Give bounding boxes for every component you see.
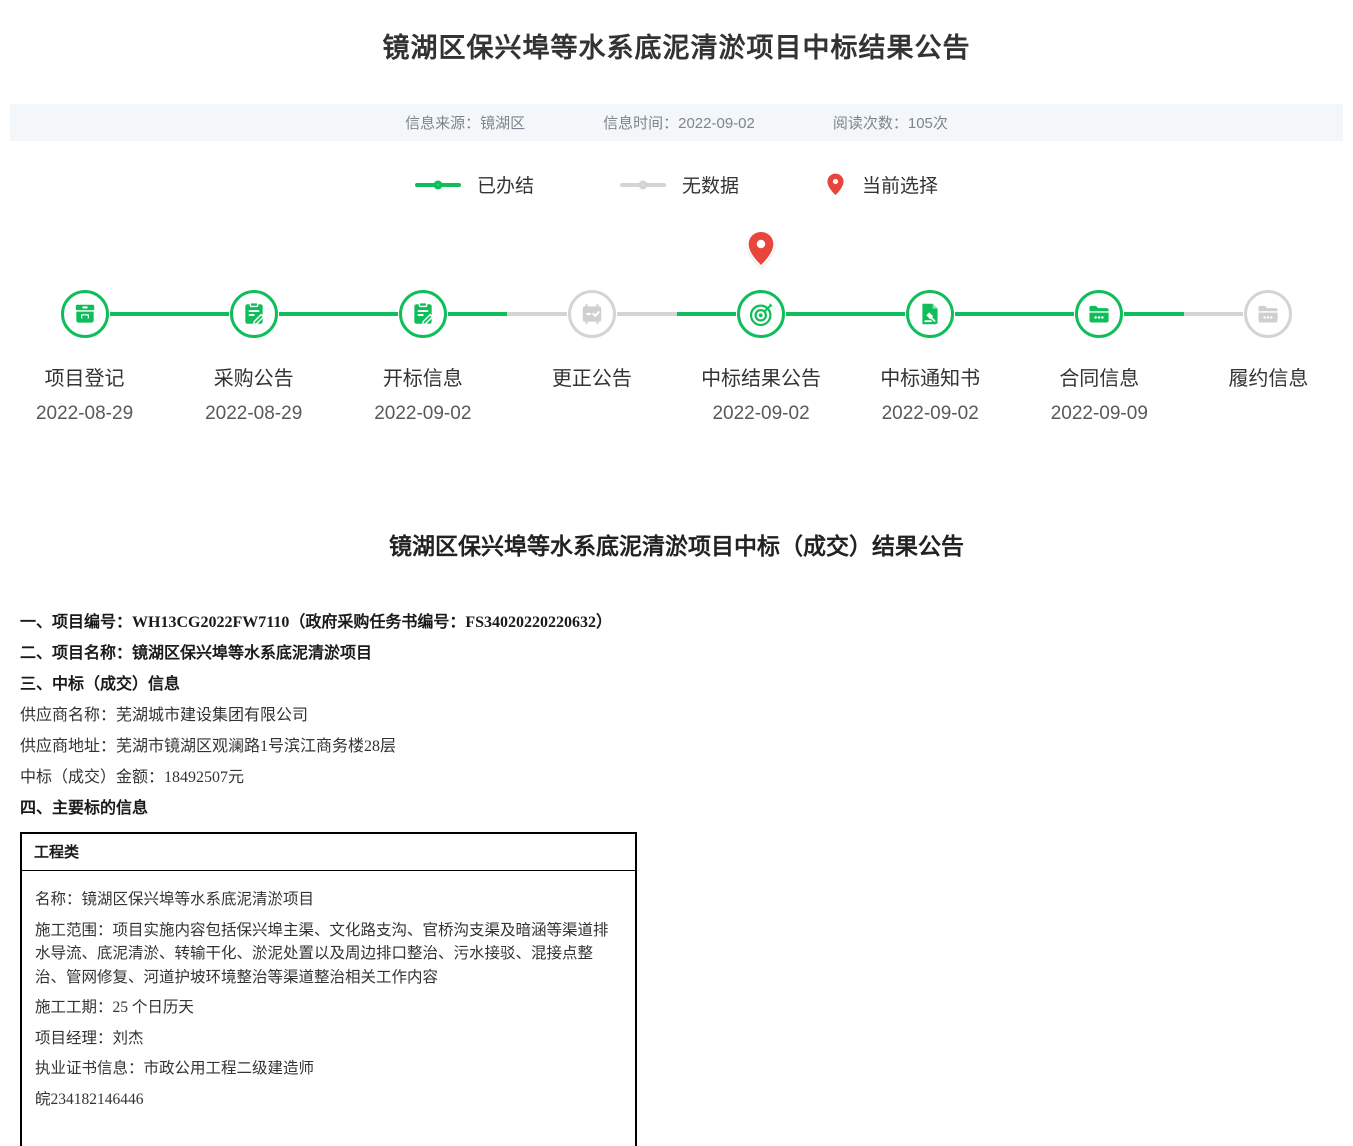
- legend-item-nodata: 无数据: [620, 171, 739, 198]
- table-body: 名称：镜湖区保兴埠等水系底泥清淤项目 施工范围：项目实施内容包括保兴埠主渠、文化…: [22, 871, 635, 1146]
- timeline-step-procurement-notice[interactable]: 采购公告 2022-08-29: [169, 290, 338, 427]
- done-line-icon: [415, 183, 461, 187]
- legend-item-current: 当前选择: [825, 171, 938, 198]
- legend-current-label: 当前选择: [862, 171, 938, 198]
- legend-done-label: 已办结: [477, 171, 534, 198]
- archive-box-icon: [61, 290, 109, 338]
- clipboard-edit-icon: [230, 290, 278, 338]
- meta-time: 信息时间：2022-09-02: [603, 112, 755, 133]
- meta-source: 信息来源：镜湖区: [405, 112, 525, 133]
- line-project-number: 一、项目编号：WH13CG2022FW7110（政府采购任务书编号：FS3402…: [20, 607, 1333, 638]
- nodata-line-icon: [620, 183, 666, 187]
- document-gavel-icon: [906, 290, 954, 338]
- table-row-certificate-number: 皖234182146446: [35, 1088, 622, 1112]
- table-row-certificate: 执业证书信息：市政公用工程二级建造师: [35, 1057, 622, 1081]
- table-row-manager: 项目经理：刘杰: [35, 1027, 622, 1051]
- timeline-step-award-notification[interactable]: 中标通知书 2022-09-02: [846, 290, 1015, 427]
- table-header-project-type: 工程类: [22, 834, 635, 871]
- folder-icon: [1075, 290, 1123, 338]
- step-label: 更正公告: [552, 362, 632, 391]
- timeline-legend: 已办结 无数据 当前选择: [0, 171, 1353, 198]
- meta-bar: 信息来源：镜湖区 信息时间：2022-09-02 阅读次数：105次: [10, 104, 1343, 141]
- map-pin-icon: [825, 172, 846, 197]
- step-date: 2022-09-09: [1051, 403, 1148, 427]
- process-timeline: 项目登记 2022-08-29 采购公告 2022-08-29: [0, 290, 1353, 427]
- folder-icon: [1244, 290, 1292, 338]
- step-date: 2022-09-02: [882, 403, 979, 427]
- step-label: 中标结果公告: [701, 362, 821, 391]
- step-label: 履约信息: [1228, 362, 1308, 391]
- line-award-amount: 中标（成交）金额：18492507元: [20, 762, 1333, 793]
- meta-views: 阅读次数：105次: [833, 112, 948, 133]
- subject-info-table: 工程类 名称：镜湖区保兴埠等水系底泥清淤项目 施工范围：项目实施内容包括保兴埠主…: [20, 832, 637, 1146]
- page-title: 镜湖区保兴埠等水系底泥清淤项目中标结果公告: [0, 26, 1353, 65]
- announcement-title: 镜湖区保兴埠等水系底泥清淤项目中标（成交）结果公告: [0, 527, 1353, 561]
- table-row-name: 名称：镜湖区保兴埠等水系底泥清淤项目: [35, 888, 622, 912]
- line-project-name: 二、项目名称：镜湖区保兴埠等水系底泥清淤项目: [20, 638, 1333, 669]
- step-date: 2022-08-29: [36, 403, 133, 427]
- line-award-info-heading: 三、中标（成交）信息: [20, 669, 1333, 700]
- timeline-step-bid-opening-info[interactable]: 开标信息 2022-09-02: [338, 290, 507, 427]
- clipboard-edit-icon: [399, 290, 447, 338]
- step-date: 2022-08-29: [205, 403, 302, 427]
- step-label: 项目登记: [45, 362, 125, 391]
- step-label: 采购公告: [214, 362, 294, 391]
- timeline-step-performance-info[interactable]: 履约信息: [1184, 290, 1353, 427]
- timeline-step-award-result-notice[interactable]: 中标结果公告 2022-09-02: [677, 290, 846, 427]
- current-selection-pin-icon: [744, 228, 778, 270]
- timeline-step-project-registration[interactable]: 项目登记 2022-08-29: [0, 290, 169, 427]
- announcement-body: 一、项目编号：WH13CG2022FW7110（政府采购任务书编号：FS3402…: [20, 607, 1333, 1146]
- legend-nodata-label: 无数据: [682, 171, 739, 198]
- legend-item-done: 已办结: [415, 171, 534, 198]
- line-supplier-name: 供应商名称：芜湖城市建设集团有限公司: [20, 700, 1333, 731]
- step-label: 开标信息: [383, 362, 463, 391]
- step-date: 2022-09-02: [374, 403, 471, 427]
- timeline-step-correction-notice[interactable]: 更正公告: [507, 290, 676, 427]
- target-icon: [737, 290, 785, 338]
- board-check-icon: [568, 290, 616, 338]
- table-row-scope: 施工范围：项目实施内容包括保兴埠主渠、文化路支沟、官桥沟支渠及暗涵等渠道排水导流…: [35, 919, 622, 990]
- line-supplier-address: 供应商地址：芜湖市镜湖区观澜路1号滨江商务楼28层: [20, 731, 1333, 762]
- step-label: 合同信息: [1059, 362, 1139, 391]
- step-date: 2022-09-02: [712, 403, 809, 427]
- timeline-step-contract-info[interactable]: 合同信息 2022-09-09: [1015, 290, 1184, 427]
- step-label: 中标通知书: [880, 362, 980, 391]
- line-subject-info-heading: 四、主要标的信息: [20, 793, 1333, 824]
- table-row-duration: 施工工期：25 个日历天: [35, 996, 622, 1020]
